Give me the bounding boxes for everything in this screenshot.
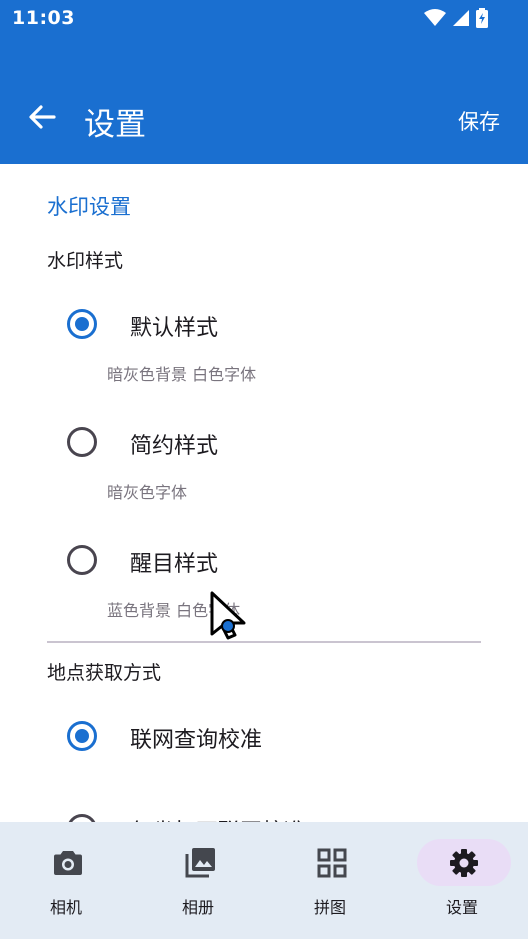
option-label: 醒目样式 (130, 552, 219, 577)
nav-icon-container (417, 839, 511, 886)
nav-icon-container (285, 839, 379, 886)
signal-icon (453, 10, 469, 26)
app-bar: 设置 保存 (0, 35, 528, 164)
watermark-style-label: 水印样式 (47, 250, 124, 272)
nav-icon-container (21, 839, 115, 886)
option-label: 简约样式 (130, 434, 219, 459)
status-bar: 11:03 (0, 0, 528, 35)
bottom-nav: 相机 相册 拼图 设置 (0, 822, 528, 939)
nav-label: 相册 (181, 898, 214, 917)
gallery-icon (185, 847, 215, 877)
battery-icon (476, 8, 488, 28)
location-method-label: 地点获取方式 (47, 662, 162, 684)
nav-item-camera[interactable]: 相机 (0, 822, 132, 939)
status-time: 11:03 (12, 7, 75, 29)
option-label: 仅坐标不联网校准 (130, 814, 306, 822)
radio-button[interactable] (67, 721, 97, 751)
radio-button[interactable] (67, 309, 97, 339)
wifi-icon (424, 9, 446, 26)
gear-icon (450, 848, 478, 877)
nav-label: 相机 (49, 898, 82, 917)
option-description: 暗灰色字体 (107, 483, 188, 502)
section-title: 水印设置 (47, 195, 131, 219)
camera-icon (54, 850, 82, 875)
option-label: 联网查询校准 (130, 728, 263, 753)
radio-button[interactable] (67, 427, 97, 457)
nav-icon-container (153, 839, 247, 886)
status-icons (424, 8, 488, 28)
nav-item-settings[interactable]: 设置 (396, 822, 528, 939)
nav-item-gallery[interactable]: 相册 (132, 822, 264, 939)
nav-label: 拼图 (313, 898, 346, 917)
grid-icon (317, 848, 347, 877)
nav-label: 设置 (445, 898, 478, 917)
arrow-back-icon (29, 105, 56, 129)
mouse-cursor-icon (210, 591, 246, 640)
page-title: 设置 (84, 107, 146, 143)
radio-button[interactable] (67, 814, 97, 822)
option-description: 暗灰色背景 白色字体 (107, 365, 257, 384)
settings-content[interactable]: 水印设置 水印样式 默认样式 暗灰色背景 白色字体 简约样式 暗灰色字体 醒目样… (0, 164, 528, 822)
nav-item-collage[interactable]: 拼图 (264, 822, 396, 939)
radio-button[interactable] (67, 545, 97, 575)
divider (47, 641, 481, 643)
save-button[interactable]: 保存 (458, 106, 500, 136)
option-label: 默认样式 (130, 316, 219, 341)
back-button[interactable] (22, 97, 62, 137)
